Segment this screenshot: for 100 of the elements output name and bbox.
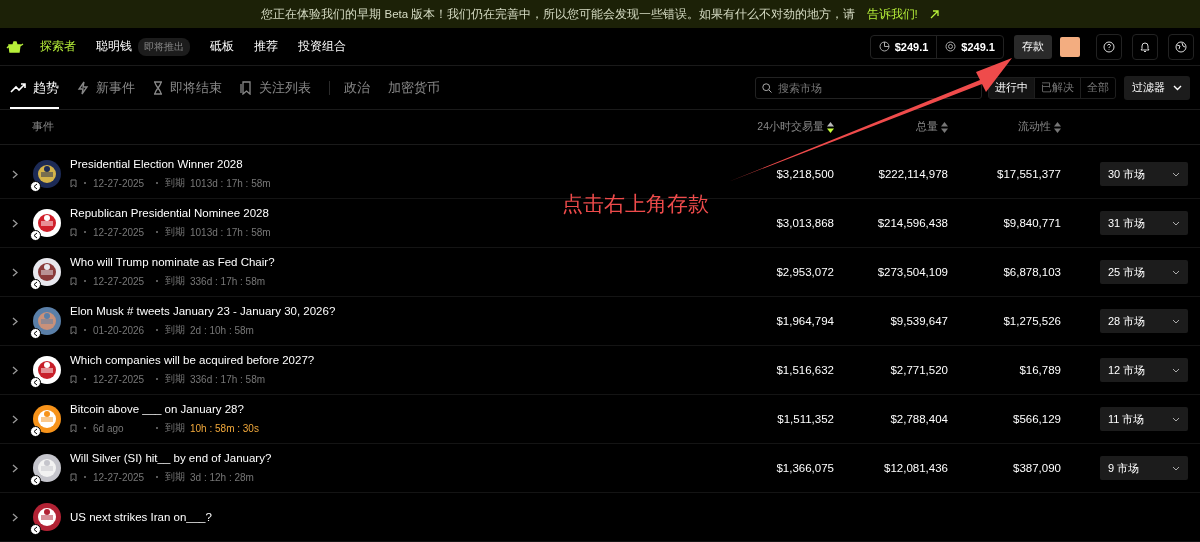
status-option[interactable]: 进行中 [989,77,1034,98]
expiry-label: 到期 [165,470,185,484]
created-date: 01-20-2026 [93,324,146,336]
created-date: 12-27-2025 [93,226,146,238]
countdown: 3d : 12h : 28m [190,471,254,483]
expiry-label: 到期 [165,274,185,288]
markets-dropdown[interactable]: 28 市场 [1100,309,1188,333]
countdown: 336d : 17h : 58m [190,275,266,287]
bookmark-icon[interactable] [70,374,77,384]
created-date: 12-27-2025 [93,177,146,189]
bookmark-icon[interactable] [70,227,77,237]
category-tab[interactable]: 政治 [344,78,370,97]
created-date: 12-27-2025 [93,471,146,483]
pie-chart-icon [878,41,890,52]
lightning-icon [77,80,89,95]
expand-chevron-icon[interactable] [12,414,18,424]
table-cell-text: $17,551,377 [996,168,1061,180]
bookmark-icon[interactable] [70,325,77,335]
table-cell-text: $2,953,072 [775,266,834,278]
nav-link[interactable]: 推荐 [254,38,278,55]
markets-dropdown[interactable]: 30 市场 [1100,162,1188,186]
bookmark-icon[interactable] [70,178,77,188]
filter-button[interactable]: 过滤器 [1124,75,1190,100]
tab[interactable]: 新事件 [77,66,135,109]
column-header[interactable]: 流动性 [1018,120,1051,134]
status-option[interactable]: 已解决 [1034,77,1080,98]
share-icon[interactable] [30,279,41,290]
trend-icon [10,81,26,94]
markets-dropdown[interactable]: 9 市场 [1100,456,1188,480]
expand-chevron-icon[interactable] [12,365,18,375]
markets-dropdown[interactable]: 25 市场 [1100,260,1188,284]
balance-amount: $249.1 [961,40,995,53]
expand-chevron-icon[interactable] [12,512,18,522]
search-icon [762,82,772,93]
category-tab[interactable]: 加密货币 [388,78,440,97]
share-icon[interactable] [30,524,41,535]
expand-chevron-icon[interactable] [12,267,18,277]
feedback-link[interactable]: 告诉我们! [866,6,918,22]
share-icon[interactable] [30,377,41,388]
event-title[interactable]: Presidential Election Winner 2028 [70,158,714,170]
expiry-label: 到期 [165,176,185,190]
event-title[interactable]: US next strikes Iran on___? [70,511,714,523]
chevron-down-icon [1172,220,1180,226]
bookmark-icon[interactable] [70,423,77,433]
help-button[interactable] [1096,33,1122,60]
search-field[interactable]: 搜索市场 [755,76,982,99]
table-cell-text: $3,013,868 [775,217,834,229]
table-cell-text: $1,511,352 [776,413,834,425]
created-date: 12-27-2025 [93,373,146,385]
markets-dropdown[interactable]: 12 市场 [1100,358,1188,382]
created-date: 12-27-2025 [93,275,146,287]
external-link-icon[interactable] [929,9,939,19]
share-icon[interactable] [30,426,41,437]
expand-chevron-icon[interactable] [12,169,18,179]
tab[interactable]: 关注列表 [240,66,311,109]
event-title[interactable]: Bitcoin above ___ on January 28? [70,403,714,415]
deposit-button[interactable]: 存款 [1014,34,1052,59]
expand-chevron-icon[interactable] [12,463,18,473]
share-icon[interactable] [30,328,41,339]
nav-link[interactable]: 聪明钱 [96,38,132,55]
notification-button[interactable] [1132,33,1158,60]
event-title[interactable]: Will Silver (SI) hit__ by end of January? [70,452,714,464]
nav-link[interactable]: 砥板 [210,38,234,55]
annotation-text: 点击右上角存款 [562,191,709,217]
table-cell-text: $1,275,526 [1002,315,1061,327]
countdown: 1013d : 17h : 58m [190,226,271,238]
sort-icon[interactable] [827,121,834,133]
globe-icon [1175,40,1187,53]
event-title[interactable]: Who will Trump nominate as Fed Chair? [70,256,714,268]
language-button[interactable] [1168,33,1194,60]
event-title[interactable]: Elon Musk # tweets January 23 - January 30, 2026? [70,305,714,317]
beta-notice: 您正在体验我们的早期 Beta 版本！我们仍在完善中，所以您可能会发现一些错误。如果有什么不对劲的地方，请 告诉我们! [261,6,939,22]
tab[interactable]: 即将结束 [153,66,222,109]
status-option[interactable]: 全部 [1080,77,1115,98]
bookmark-icon[interactable] [70,276,77,286]
share-icon[interactable] [30,230,41,241]
tab[interactable]: 趋势 [10,66,59,109]
expiry-label: 到期 [165,421,185,435]
table-cell-text: $16,789 [1018,364,1061,376]
table-cell-text: $6,878,103 [1002,266,1061,278]
table-cell-text: $387,090 [1012,462,1061,474]
share-icon[interactable] [30,181,41,192]
avatar[interactable] [1060,36,1080,57]
teapot-logo[interactable] [6,39,24,54]
balance-amount: $249.1 [894,40,929,53]
column-header[interactable]: 24小时交易量 [757,120,824,134]
markets-dropdown[interactable]: 11 市场 [1100,407,1188,431]
nav-link[interactable]: 投资组合 [298,38,346,55]
event-title[interactable]: Which companies will be acquired before 2027? [70,354,714,366]
expand-chevron-icon[interactable] [12,218,18,228]
share-icon[interactable] [30,475,41,486]
table-cell-text: $273,504,109 [876,266,948,278]
column-header[interactable]: 总量 [916,120,938,134]
chevron-down-icon [1172,269,1180,275]
bookmark-icon[interactable] [70,472,77,482]
nav-link[interactable]: 探索者 [40,38,76,55]
expand-chevron-icon[interactable] [12,316,18,326]
created-date: 6d ago [93,422,125,434]
markets-dropdown[interactable]: 31 市场 [1100,211,1188,235]
table-cell-text: $1,964,794 [775,315,834,327]
